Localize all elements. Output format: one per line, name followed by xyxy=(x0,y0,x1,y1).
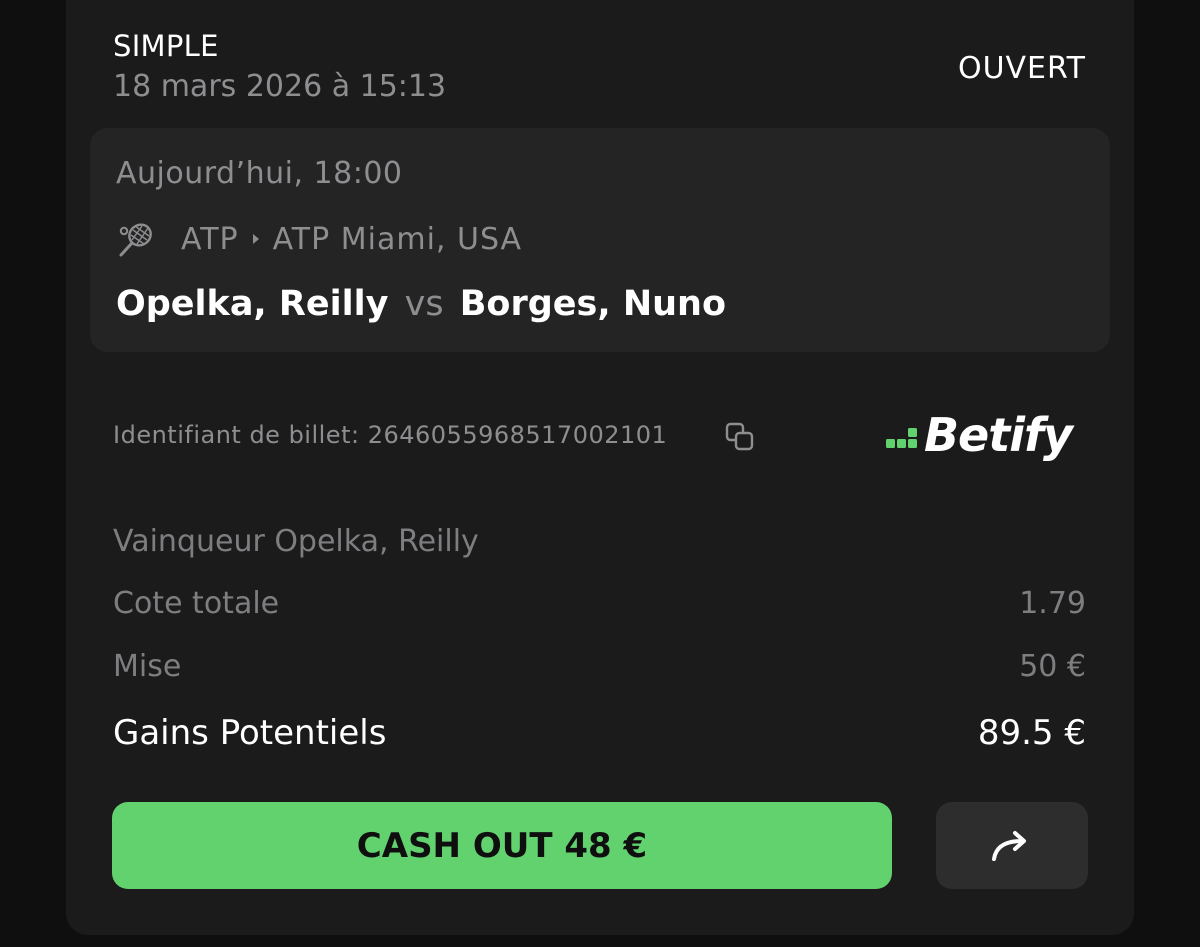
tennis-racket-icon xyxy=(119,223,152,257)
bet-type: SIMPLE xyxy=(113,29,219,63)
match-title: Opelka, Reilly vs Borges, Nuno xyxy=(116,284,726,324)
ticket-id: Identifiant de billet: 26460559685170021… xyxy=(113,421,668,449)
event-time: Aujourd’hui, 18:00 xyxy=(116,156,403,191)
bet-date: 18 mars 2026 à 15:13 xyxy=(113,69,447,104)
selection-label: Vainqueur Opelka, Reilly xyxy=(113,524,479,559)
brand-mark-icon xyxy=(886,428,917,448)
potential-gains-value: 89.5 € xyxy=(977,713,1086,753)
status-badge: OUVERT xyxy=(957,51,1086,86)
share-arrow-icon xyxy=(992,830,1026,861)
player-home: Opelka, Reilly xyxy=(116,284,389,324)
stake-value: 50 € xyxy=(1019,649,1086,684)
vs-label: vs xyxy=(404,284,444,324)
potential-gains-label: Gains Potentiels xyxy=(113,713,387,753)
brand-name: Betify xyxy=(924,408,1073,462)
league-breadcrumb: ATP ATP Miami, USA xyxy=(181,222,522,257)
copy-icon[interactable] xyxy=(724,421,756,453)
share-button[interactable] xyxy=(936,802,1088,889)
odds-label: Cote totale xyxy=(113,586,280,621)
breadcrumb-chevron-icon xyxy=(252,233,259,244)
brand-logo: Betify xyxy=(886,408,1073,462)
cash-out-button[interactable]: CASH OUT 48 € xyxy=(112,802,892,889)
tournament-name: ATP Miami, USA xyxy=(272,222,523,257)
player-away: Borges, Nuno xyxy=(459,284,727,324)
league-name: ATP xyxy=(181,222,239,257)
stake-label: Mise xyxy=(113,649,182,684)
odds-value: 1.79 xyxy=(1019,586,1086,621)
